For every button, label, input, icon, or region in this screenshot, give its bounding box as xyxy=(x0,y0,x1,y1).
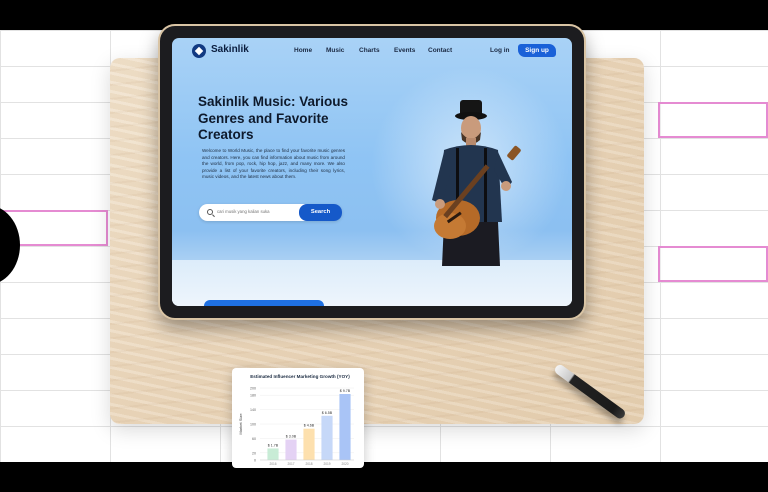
x-tick-label: 2016 xyxy=(269,462,276,466)
y-tick-label: 200 xyxy=(250,387,256,391)
brand-name[interactable]: Sakinlik xyxy=(211,44,249,55)
y-tick-label: 100 xyxy=(250,423,256,427)
bar xyxy=(303,428,315,460)
hero-title: Sakinlik Music: Various Genres and Favor… xyxy=(198,94,349,142)
bar-value-label: $ 1.7B xyxy=(268,443,279,447)
logo-icon[interactable] xyxy=(192,44,206,58)
nav-home[interactable]: Home xyxy=(294,47,312,54)
bar-chart: 0 20 60 100 140 180 200 Market Size $ 1.7B 2016 $ … xyxy=(238,387,354,466)
nav-charts[interactable]: Charts xyxy=(359,47,380,54)
y-tick-label: 60 xyxy=(252,437,256,441)
highlighted-cell xyxy=(658,102,768,138)
bar-value-label: $ 4.6B xyxy=(304,424,315,428)
bar-value-label: $ 3.0B xyxy=(286,435,297,439)
tablet-device: Sakinlik Home Music Charts Events Contac… xyxy=(158,24,586,320)
x-tick-label: 2018 xyxy=(305,462,312,466)
nav-contact[interactable]: Contact xyxy=(428,47,452,54)
search-button[interactable]: Search xyxy=(299,204,342,221)
bar xyxy=(339,394,351,460)
y-tick-label: 140 xyxy=(250,408,256,412)
y-tick-label: 20 xyxy=(252,451,256,455)
y-tick-label: 180 xyxy=(250,394,256,398)
bar xyxy=(321,415,333,460)
search-icon xyxy=(207,209,213,215)
background-scene: Sakinlik Home Music Charts Events Contac… xyxy=(0,0,768,492)
chart-card: Estimated Influencer Marketing Growth (Y… xyxy=(232,368,364,468)
website-screen: Sakinlik Home Music Charts Events Contac… xyxy=(172,38,572,306)
bar xyxy=(285,439,297,460)
bar-value-label: $ 9.7B xyxy=(340,389,351,393)
x-tick-label: 2019 xyxy=(323,462,330,466)
bar-value-label: $ 6.5B xyxy=(322,411,333,415)
search-bar: Search xyxy=(199,204,342,221)
y-tick-label: 0 xyxy=(254,459,256,463)
y-axis-label: Market Size xyxy=(238,413,243,435)
login-link[interactable]: Log in xyxy=(490,47,510,54)
bar xyxy=(267,448,279,460)
hero-description: Welcome to World Music, the place to fin… xyxy=(202,148,345,180)
search-input[interactable] xyxy=(217,209,297,214)
x-tick-label: 2020 xyxy=(341,462,348,466)
guitarist-image xyxy=(432,100,521,266)
signup-button[interactable]: Sign up xyxy=(518,44,556,57)
x-tick-label: 2017 xyxy=(287,462,294,466)
nav-music[interactable]: Music xyxy=(326,47,344,54)
nav-events[interactable]: Events xyxy=(394,47,415,54)
chart-title: Estimated Influencer Marketing Growth (Y… xyxy=(250,374,350,379)
highlighted-cell xyxy=(658,246,768,282)
section-banner xyxy=(204,300,324,306)
